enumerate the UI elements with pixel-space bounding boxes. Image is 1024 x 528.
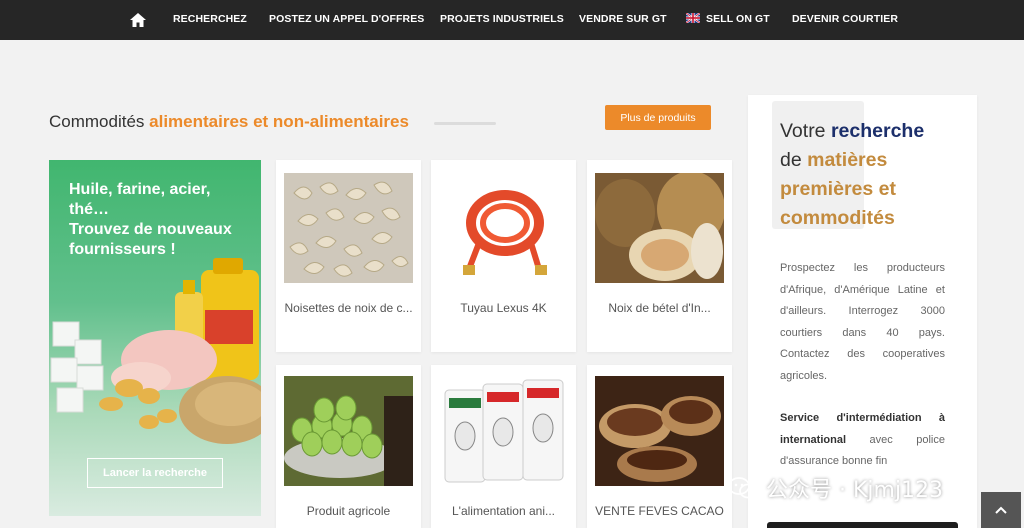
product-name: Produit agricole <box>306 504 391 518</box>
heading-part3: de <box>780 149 808 171</box>
product-image-cashew <box>284 173 413 283</box>
product-image-betel-nut <box>595 173 724 283</box>
product-name: VENTE FEVES CACAO <box>595 504 724 518</box>
product-name: Noix de bétel d'In... <box>608 301 711 315</box>
more-products-button[interactable]: Plus de produits <box>605 105 711 130</box>
product-card[interactable]: Produit agricole <box>276 365 421 528</box>
product-image-feed-bags <box>439 376 568 486</box>
product-image-agricultural <box>284 376 413 486</box>
heading-part1: Votre <box>780 120 831 142</box>
uk-flag-icon <box>685 12 701 24</box>
product-card[interactable]: Noisettes de noix de c... <box>276 160 421 352</box>
product-card[interactable]: Noix de bétel d'In... <box>587 160 732 352</box>
nav-item-recherchez[interactable]: RECHERCHEZ <box>173 13 247 25</box>
product-name: Tuyau Lexus 4K <box>460 301 547 315</box>
nav-item-sell-on-gt[interactable]: SELL ON GT <box>685 12 770 25</box>
sidebar-heading: Votre recherche de matières premières et … <box>780 117 960 233</box>
section-title-prefix: Commodités <box>49 112 150 131</box>
promo-banner: Huile, farine, acier, thé… Trouvez de no… <box>49 160 261 516</box>
sidebar-cta-button[interactable] <box>767 522 958 528</box>
watermark-text: 公众号 · Kjmj123 <box>766 478 944 503</box>
product-card[interactable]: VENTE FEVES CACAO <box>587 365 732 528</box>
scroll-to-top-button[interactable] <box>981 492 1021 528</box>
product-name: Noisettes de noix de c... <box>284 301 413 315</box>
product-image-cocoa <box>595 376 724 486</box>
heading-part2: recherche <box>830 120 925 142</box>
product-card[interactable]: Tuyau Lexus 4K <box>431 160 576 352</box>
nav-item-devenir-courtier[interactable]: DEVENIR COURTIER <box>792 13 898 25</box>
sidebar-panel: Votre recherche de matières premières et … <box>748 95 977 528</box>
nav-item-projets-industriels[interactable]: PROJETS INDUSTRIELS <box>440 13 564 25</box>
product-name: L'alimentation ani... <box>451 504 556 518</box>
sidebar-description: Prospectez les producteurs d'Afrique, d'… <box>780 262 945 382</box>
section-title-accent: alimentaires et non-alimentaires <box>149 112 409 131</box>
sidebar-service-text: Service d'intermédiation à international… <box>780 408 945 473</box>
start-search-button[interactable]: Lancer la recherche <box>87 458 223 488</box>
wechat-icon <box>728 477 757 499</box>
promo-headline: Huile, farine, acier, thé… Trouvez de no… <box>69 181 232 258</box>
top-navigation: RECHERCHEZ POSTEZ UN APPEL D'OFFRES PROJ… <box>0 0 1024 40</box>
nav-item-vendre-sur-gt[interactable]: VENDRE SUR GT <box>579 13 667 25</box>
title-underline <box>434 122 496 125</box>
section-title: Commodités alimentaires et non-alimentai… <box>49 112 409 132</box>
product-card[interactable]: L'alimentation ani... <box>431 365 576 528</box>
chevron-up-icon <box>995 506 1007 514</box>
wechat-watermark: 公众号 · Kjmj123 <box>728 474 944 503</box>
sell-on-gt-label: SELL ON GT <box>706 13 770 25</box>
nav-item-appel-offres[interactable]: POSTEZ UN APPEL D'OFFRES <box>269 13 424 25</box>
product-image-hose <box>439 173 568 283</box>
home-icon[interactable] <box>129 11 147 29</box>
